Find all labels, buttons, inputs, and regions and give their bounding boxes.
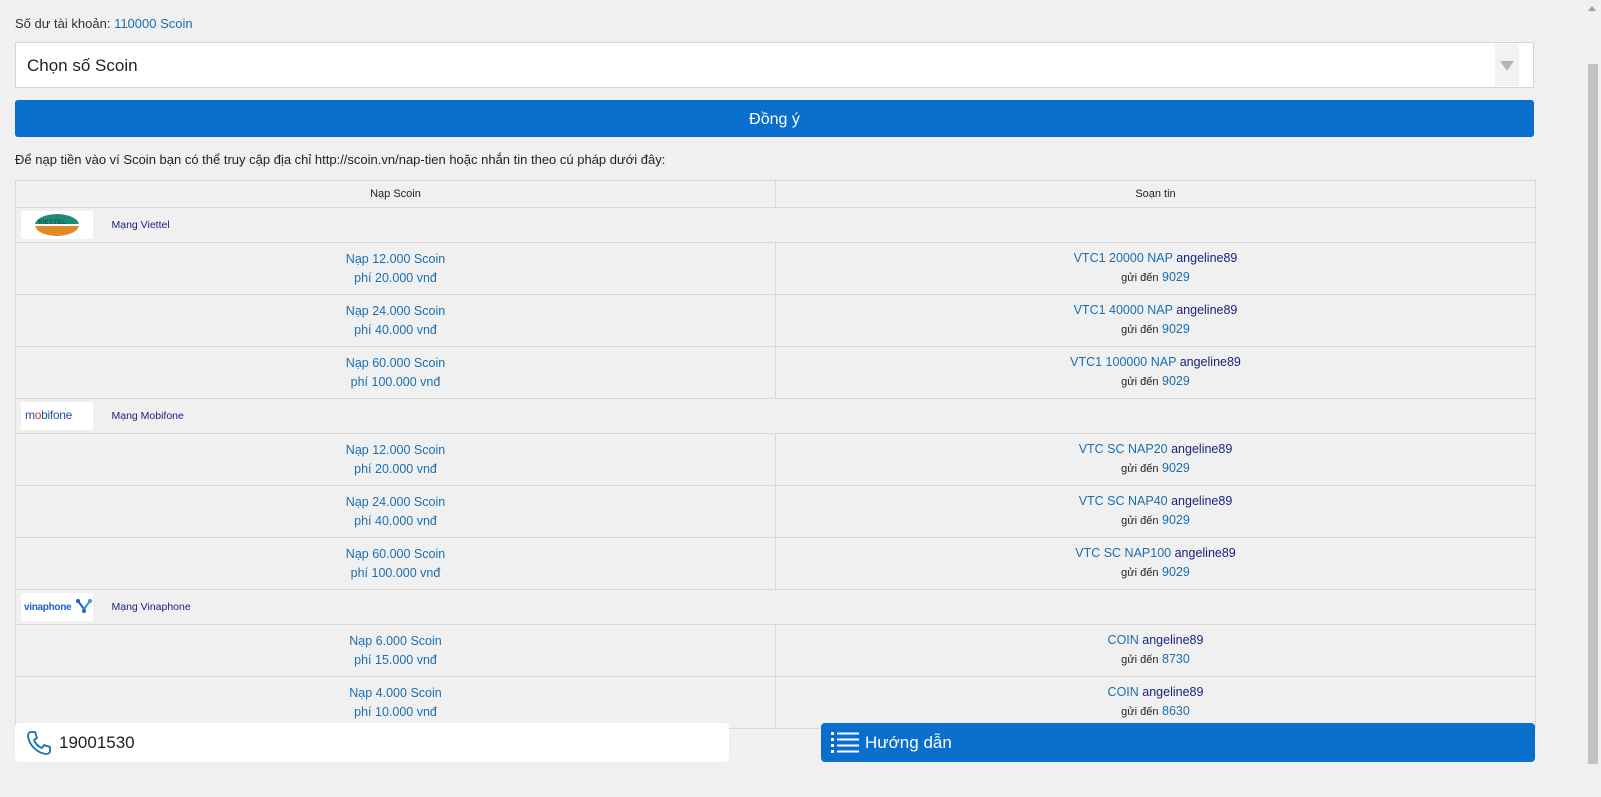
amount: Nạp 24.000 Scoin (345, 494, 446, 509)
scoin-select-label: Chọn số Scoin (27, 56, 138, 75)
send-to-label: gửi đến (1121, 654, 1159, 666)
sms-code: VTC1 100000 NAP (1070, 355, 1177, 369)
table-row: Nạp 4.000 Scoin phí 10.000 vnđ COIN angel… (15, 676, 1536, 729)
send-to-label: gửi đến (1121, 567, 1159, 579)
sms-number: 9029 (1162, 270, 1190, 284)
table-row: Nạp 12.000 Scoin phí 20.000 vnđ VTC1 2000… (15, 242, 1536, 295)
agree-button[interactable]: Đồng ý (15, 100, 1534, 137)
scroll-up-icon[interactable] (1588, 6, 1596, 11)
carrier-row-viettel: VIETTEL Mạng Viettel (15, 207, 1536, 243)
scoin-select[interactable]: Chọn số Scoin (15, 42, 1534, 88)
horizontal-scrollbar[interactable] (0, 780, 1584, 797)
amount: Nạp 60.000 Scoin (345, 355, 446, 370)
fee: phí 40.000 vnđ (354, 513, 437, 528)
carrier-name-vinaphone: Mạng Vinaphone (111, 601, 191, 613)
sms-user: angeline89 (1176, 303, 1238, 317)
sms-number: 9029 (1162, 374, 1190, 388)
rates-table: Nạp Scoin Soạn tin VIETTEL Mạng Viettel … (15, 180, 1536, 729)
table-row: Nạp 6.000 Scoin phí 15.000 vnđ COIN angel… (15, 624, 1536, 677)
fee: phí 10.000 vnđ (354, 704, 437, 719)
sms-code: VTC SC NAP20 (1078, 442, 1168, 456)
send-to-label: gửi đến (1121, 706, 1159, 718)
amount: Nạp 60.000 Scoin (345, 546, 446, 561)
sms-user: angeline89 (1142, 633, 1204, 647)
amount: Nạp 4.000 Scoin (349, 685, 442, 700)
balance-label: Số dư tài khoản: (15, 16, 111, 31)
vinaphone-logo: vinaphone (21, 593, 93, 621)
send-to-label: gửi đến (1121, 324, 1159, 336)
header-soan-tin: Soạn tin (775, 180, 1536, 208)
fee: phí 20.000 vnđ (354, 461, 437, 476)
fee: phí 100.000 vnđ (350, 565, 441, 580)
mobifone-logo: mobifone (21, 402, 93, 430)
amount: Nạp 12.000 Scoin (345, 251, 446, 266)
table-row: Nạp 60.000 Scoin phí 100.000 vnđ VTC SC N… (15, 537, 1536, 590)
sms-number: 9029 (1162, 565, 1190, 579)
sms-user: angeline89 (1179, 355, 1241, 369)
send-to-label: gửi đến (1121, 376, 1159, 388)
table-row: Nạp 60.000 Scoin phí 100.000 vnđ VTC1 100… (15, 346, 1536, 399)
sms-user: angeline89 (1176, 251, 1238, 265)
carrier-name-viettel: Mạng Viettel (111, 219, 170, 231)
sms-code: COIN (1107, 685, 1139, 699)
sms-user: angeline89 (1171, 442, 1233, 456)
send-to-label: gửi đến (1121, 463, 1159, 475)
balance-line: Số dư tài khoản: 110000 Scoin (15, 16, 193, 31)
sms-code: VTC1 40000 NAP (1073, 303, 1173, 317)
sms-number: 9029 (1162, 461, 1190, 475)
send-to-label: gửi đến (1121, 515, 1159, 527)
sms-user: angeline89 (1174, 546, 1236, 560)
sms-code: VTC SC NAP100 (1075, 546, 1172, 560)
sms-user: angeline89 (1171, 494, 1233, 508)
send-to-label: gửi đến (1121, 272, 1159, 284)
hotline-box[interactable]: 19001530 (15, 723, 729, 762)
guide-label: Hướng dẫn (865, 733, 952, 752)
table-row: Nạp 24.000 Scoin phí 40.000 vnđ VTC1 4000… (15, 294, 1536, 347)
fee: phí 40.000 vnđ (354, 322, 437, 337)
sms-number: 9029 (1162, 513, 1190, 527)
carrier-name-mobifone: Mạng Mobifone (111, 410, 184, 422)
phone-icon (25, 729, 53, 762)
fee: phí 15.000 vnđ (354, 652, 437, 667)
dropdown-arrow-icon[interactable] (1495, 44, 1519, 86)
sms-user: angeline89 (1142, 685, 1204, 699)
sms-number: 9029 (1162, 322, 1190, 336)
amount: Nạp 6.000 Scoin (349, 633, 442, 648)
sms-code: COIN (1107, 633, 1139, 647)
sms-number: 8630 (1162, 704, 1190, 718)
instruction-text: Để nạp tiền vào ví Scoin bạn có thể truy… (15, 152, 666, 167)
hotline-number: 19001530 (59, 733, 135, 752)
scroll-thumb[interactable] (1588, 64, 1598, 764)
fee: phí 100.000 vnđ (350, 374, 441, 389)
sms-code: VTC1 20000 NAP (1073, 251, 1173, 265)
fee: phí 20.000 vnđ (354, 270, 437, 285)
amount: Nạp 24.000 Scoin (345, 303, 446, 318)
viettel-logo: VIETTEL (21, 211, 93, 239)
table-row: Nạp 24.000 Scoin phí 40.000 vnđ VTC SC NA… (15, 485, 1536, 538)
guide-button[interactable]: Hướng dẫn (821, 723, 1535, 762)
balance-value: 110000 Scoin (114, 16, 193, 31)
carrier-row-vinaphone: vinaphone Mạng Vinaphone (15, 589, 1536, 625)
sms-number: 8730 (1162, 652, 1190, 666)
header-nap-scoin: Nạp Scoin (15, 180, 776, 208)
carrier-row-mobifone: mobifone Mạng Mobifone (15, 398, 1536, 434)
table-row: Nạp 12.000 Scoin phí 20.000 vnđ VTC SC NA… (15, 433, 1536, 486)
vertical-scrollbar[interactable] (1584, 0, 1601, 797)
list-icon (831, 731, 859, 758)
sms-code: VTC SC NAP40 (1078, 494, 1168, 508)
amount: Nạp 12.000 Scoin (345, 442, 446, 457)
